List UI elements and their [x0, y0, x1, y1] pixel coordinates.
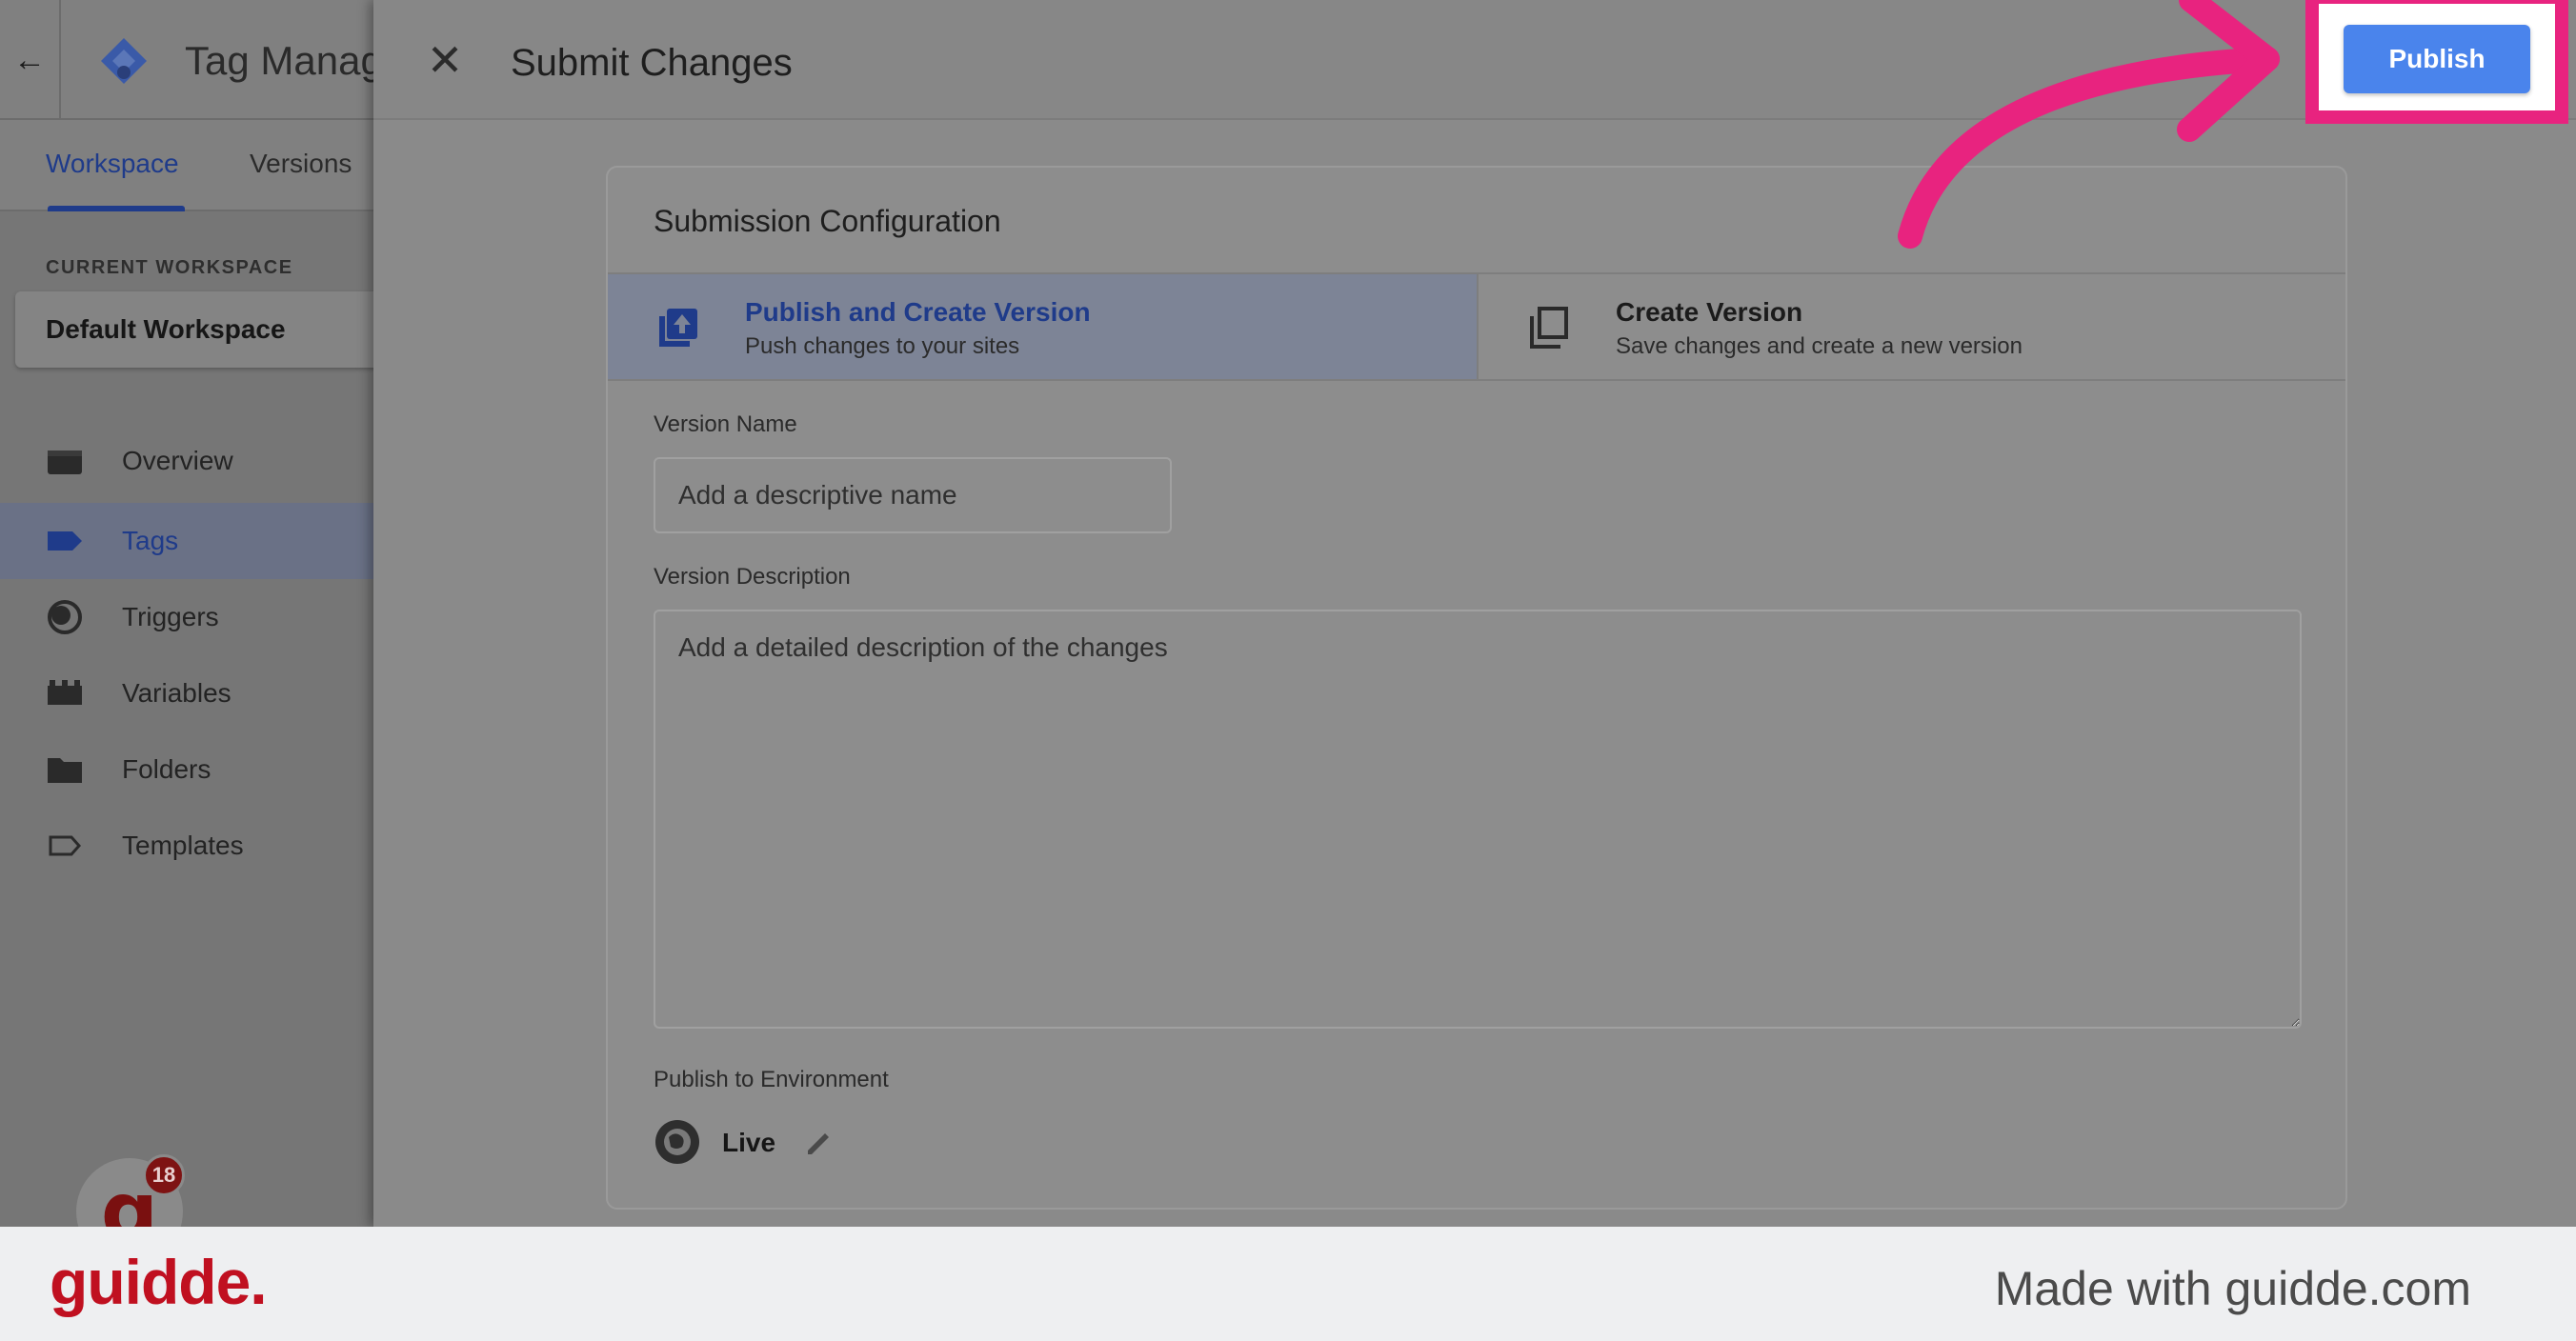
option-publish-and-create-version[interactable]: Publish and Create Version Push changes …: [608, 274, 1477, 379]
tag-manager-app: ← Tag Manag Workspace Versions CURRENT W…: [0, 0, 2576, 1227]
guidde-footer: guidde. Made with guidde.com: [0, 1227, 2576, 1341]
sidebar-item-label: Overview: [122, 446, 233, 475]
publish-environment-label: Publish to Environment: [654, 1067, 889, 1092]
sidebar-item-label: Tags: [122, 526, 179, 555]
tag-manager-logo-icon: [101, 38, 147, 84]
current-workspace-label: CURRENT WORKSPACE: [46, 257, 293, 278]
submission-configuration-card: Submission Configuration Publish and Cre…: [606, 166, 2347, 1210]
app-title: Tag Manag: [185, 38, 383, 83]
sidebar-item-label: Templates: [122, 831, 244, 860]
version-description-label: Version Description: [654, 564, 851, 590]
guidde-avatar[interactable]: g 18: [76, 1154, 187, 1227]
publish-button[interactable]: Publish: [2344, 25, 2530, 93]
option-title: Create Version: [1616, 297, 1803, 327]
template-icon: [49, 835, 82, 856]
tag-icon: [48, 531, 82, 550]
guidde-logo[interactable]: guidde.: [50, 1246, 268, 1318]
folder-icon: [48, 758, 82, 783]
sidebar-item-templates[interactable]: Templates: [0, 808, 381, 884]
close-icon[interactable]: ✕: [421, 35, 469, 85]
version-name-input[interactable]: [654, 457, 1172, 533]
sidebar-item-overview[interactable]: Overview: [0, 423, 381, 499]
environment-name: Live: [722, 1128, 776, 1157]
environment-row: Live: [654, 1118, 1225, 1171]
card-title: Submission Configuration: [654, 204, 1001, 238]
pencil-edit-icon[interactable]: [802, 1126, 836, 1160]
sidebar-item-variables[interactable]: Variables: [0, 655, 381, 731]
made-with-text[interactable]: Made with guidde.com: [1995, 1261, 2471, 1316]
sidebar-item-triggers[interactable]: Triggers: [0, 579, 381, 655]
option-subtitle: Save changes and create a new version: [1616, 333, 2023, 359]
tab-versions[interactable]: Versions: [250, 149, 352, 179]
copy-version-icon: [1530, 307, 1568, 349]
sidebar-item-label: Folders: [122, 754, 211, 784]
variables-icon: [48, 680, 82, 705]
trigger-icon: [48, 600, 82, 634]
workspace-name: Default Workspace: [46, 314, 286, 344]
option-create-version[interactable]: Create Version Save changes and create a…: [1477, 274, 2345, 379]
version-name-label: Version Name: [654, 411, 797, 437]
option-title: Publish and Create Version: [745, 297, 1091, 327]
submission-type-selector: Publish and Create Version Push changes …: [608, 272, 2345, 381]
panel-title: Submit Changes: [511, 42, 793, 84]
briefcase-icon: [48, 450, 82, 474]
workspace-selector[interactable]: Default Workspace: [15, 291, 381, 368]
option-subtitle: Push changes to your sites: [745, 333, 1020, 359]
sidebar-item-tags[interactable]: Tags: [0, 503, 381, 579]
tab-workspace[interactable]: Workspace: [46, 149, 179, 179]
sidebar-item-label: Variables: [122, 678, 231, 708]
sidebar-item-folders[interactable]: Folders: [0, 731, 381, 808]
sidebar-item-label: Triggers: [122, 602, 219, 631]
back-arrow-icon[interactable]: ←: [0, 0, 61, 120]
version-description-textarea[interactable]: [654, 610, 2302, 1029]
app-top-bar: ← Tag Manag: [0, 0, 383, 120]
highlight-arrow-icon: [1898, 0, 2280, 249]
sidebar: CURRENT WORKSPACE Default Workspace Over…: [0, 211, 381, 1227]
workspace-tabs: Workspace Versions: [0, 120, 381, 211]
publish-upload-icon: [659, 309, 697, 347]
globe-icon: [655, 1120, 699, 1164]
notification-badge: 18: [143, 1154, 185, 1196]
